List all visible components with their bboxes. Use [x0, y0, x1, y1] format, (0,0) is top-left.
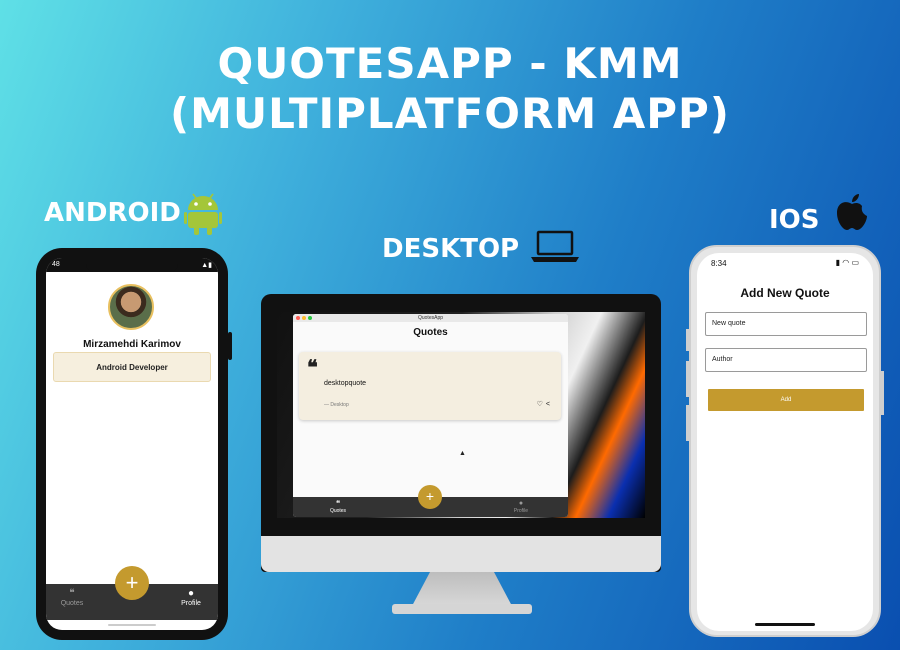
headline-line-1: QUOTESAPP - KMM: [217, 39, 683, 88]
nav-item-profile[interactable]: ● Profile: [501, 500, 541, 514]
android-screen: 48 ▲▮ Mirzamehdi Karimov Android Develop…: [46, 258, 218, 630]
monitor-stand: [412, 572, 512, 606]
author-input[interactable]: Author: [705, 348, 867, 372]
favorite-icon[interactable]: ♡: [537, 401, 546, 408]
mouse-cursor-icon: ▲: [459, 450, 466, 457]
window-title: QuotesApp: [417, 315, 444, 321]
person-icon: ●: [187, 588, 195, 599]
nav-label-profile: Profile: [181, 600, 201, 607]
quote-text: desktopquote: [324, 380, 367, 387]
camera-notch: [86, 258, 178, 272]
window-titlebar: QuotesApp: [293, 314, 568, 322]
maximize-window-button[interactable]: [308, 316, 312, 320]
apple-logo-icon: [837, 194, 867, 230]
ios-label: IOS: [769, 205, 820, 235]
android-phone: 48 ▲▮ Mirzamehdi Karimov Android Develop…: [36, 248, 232, 640]
quote-icon: ❝: [335, 499, 341, 508]
android-label: ANDROID: [44, 198, 181, 228]
phone-side-button: [686, 361, 689, 397]
nav-item-quotes[interactable]: ❝ Quotes: [318, 499, 358, 515]
laptop-icon: [531, 230, 579, 262]
screen-title: Quotes: [413, 327, 448, 338]
android-home-indicator: [108, 624, 156, 626]
monitor-stand-base: [392, 604, 532, 614]
monitor-chin: [261, 536, 661, 572]
close-window-button[interactable]: [296, 316, 300, 320]
ios-screen: 8:34 ▮ ◠ ▭ Add New Quote New quote Autho…: [697, 253, 873, 631]
phone-side-button: [881, 371, 884, 415]
quote-actions: ♡<: [537, 400, 553, 408]
status-time: 8:34: [711, 259, 727, 268]
nav-label-quotes: Quotes: [60, 600, 84, 607]
ios-home-indicator: [755, 623, 815, 626]
profile-avatar: [108, 284, 154, 330]
add-quote-fab[interactable]: +: [115, 566, 149, 600]
quote-author: — Desktop: [324, 402, 349, 408]
profile-name: Mirzamehdi Karimov: [83, 339, 181, 350]
quote-input[interactable]: New quote: [705, 312, 867, 336]
quote-mark-icon: ❝: [307, 355, 318, 379]
minimize-window-button[interactable]: [302, 316, 306, 320]
profile-role-card: Android Developer: [53, 352, 211, 382]
nav-item-quotes[interactable]: ❝ Quotes: [52, 588, 92, 607]
phone-side-button: [228, 332, 232, 360]
phone-side-button: [686, 405, 689, 441]
status-icons: ▮ ◠ ▭: [835, 258, 859, 267]
nav-label-quotes: Quotes: [329, 508, 347, 514]
desktop-display: QuotesApp Quotes ❝ desktopquote — Deskto…: [277, 312, 645, 518]
desktop-label: DESKTOP: [382, 234, 520, 264]
battery-icon: ▲▮: [201, 262, 212, 269]
android-robot-icon: [184, 193, 222, 235]
promo-canvas: QUOTESAPP - KMM (MULTIPLATFORM APP) ANDR…: [0, 0, 900, 650]
desktop-app-window: QuotesApp Quotes ❝ desktopquote — Deskto…: [293, 314, 568, 517]
share-icon[interactable]: <: [546, 401, 553, 408]
nav-label-profile: Profile: [513, 508, 529, 514]
add-button[interactable]: Add: [708, 389, 864, 411]
ios-phone: 8:34 ▮ ◠ ▭ Add New Quote New quote Autho…: [686, 245, 884, 637]
signal-indicator: 48: [52, 261, 60, 268]
headline-line-2: (MULTIPLATFORM APP): [169, 89, 731, 138]
nav-item-profile[interactable]: ● Profile: [171, 588, 211, 607]
quote-card[interactable]: ❝ desktopquote — Desktop ♡<: [299, 352, 561, 420]
person-icon: ●: [518, 500, 524, 507]
add-quote-fab[interactable]: +: [418, 485, 442, 509]
desktop-monitor: QuotesApp Quotes ❝ desktopquote — Deskto…: [261, 294, 661, 572]
add-quote-heading: Add New Quote: [740, 286, 830, 300]
phone-side-button: [686, 329, 689, 351]
quote-icon: ❝: [69, 588, 75, 599]
